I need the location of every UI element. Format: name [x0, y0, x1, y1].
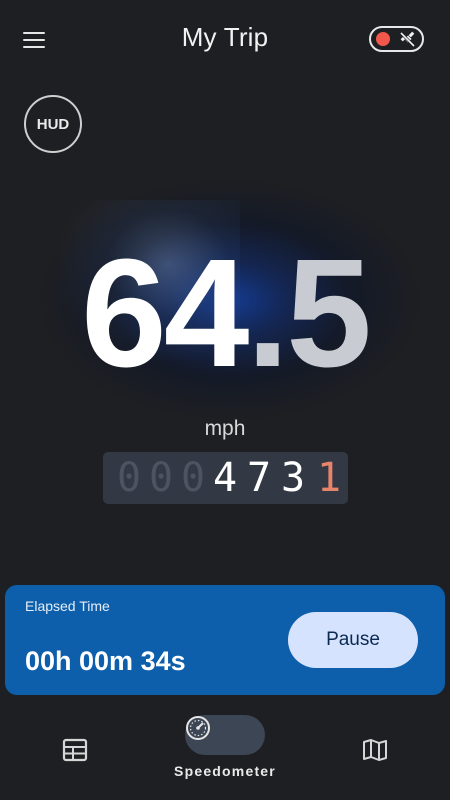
- odometer-digit: 0: [148, 455, 174, 501]
- pause-button[interactable]: Pause: [288, 612, 418, 668]
- satellite-off-icon: [399, 31, 416, 48]
- hud-button[interactable]: HUD: [24, 95, 82, 153]
- odometer-digit: 0: [180, 455, 206, 501]
- nav-item-dashboard[interactable]: [20, 700, 130, 800]
- speed-readout: 64.5: [0, 236, 450, 390]
- speed-integer: 64: [81, 227, 249, 399]
- speedometer-icon: [186, 716, 210, 740]
- speed-unit: mph: [204, 417, 246, 440]
- app-bar: My Trip: [0, 0, 450, 80]
- dashboard-icon: [62, 738, 88, 762]
- speed-decimal: .5: [246, 227, 371, 399]
- odometer-digit: 7: [246, 455, 272, 501]
- elapsed-time-value: 00h 00m 34s: [25, 646, 186, 676]
- bottom-navigation: Speedometer: [0, 700, 450, 800]
- odometer-digit: 3: [280, 455, 306, 501]
- odometer-digit: 4: [212, 455, 238, 501]
- elapsed-time-card: Elapsed Time 00h 00m 34s Pause: [5, 585, 445, 695]
- nav-item-map[interactable]: [320, 700, 430, 800]
- nav-item-speedometer[interactable]: [185, 715, 265, 755]
- odometer-digit: 0: [116, 455, 142, 501]
- record-dot-icon: [376, 32, 390, 46]
- map-icon: [363, 739, 387, 761]
- odometer-tenths-digit: 1: [316, 455, 342, 501]
- odometer: 0 0 0 4 7 3 1: [103, 452, 348, 504]
- nav-item-speedometer-label: Speedometer: [174, 763, 276, 779]
- recording-status-toggle[interactable]: [369, 26, 424, 52]
- elapsed-time-label: Elapsed Time: [25, 598, 110, 614]
